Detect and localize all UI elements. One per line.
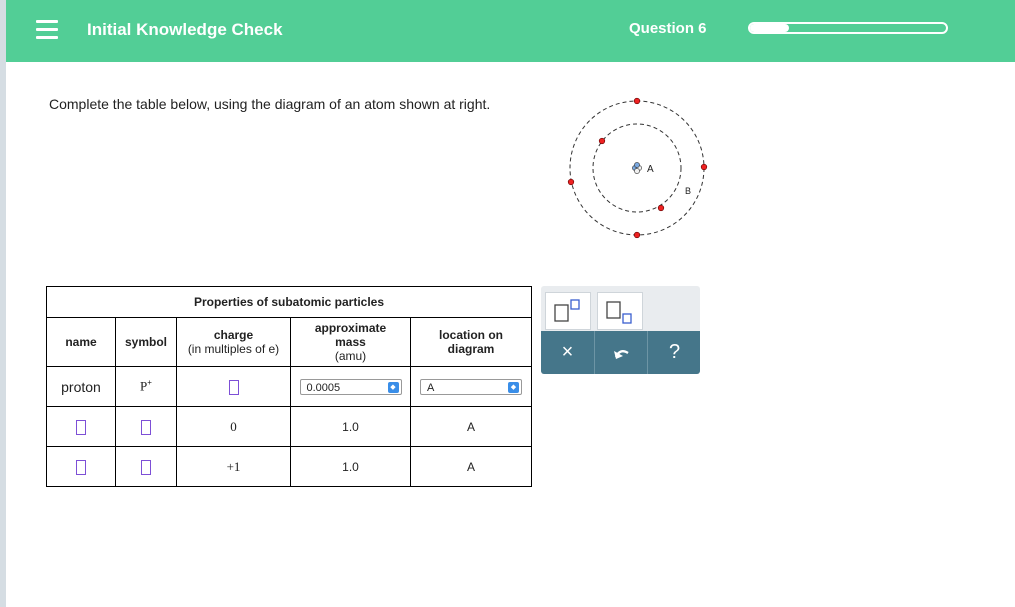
electron-dot (633, 231, 641, 239)
hamburger-menu-icon[interactable] (36, 20, 58, 40)
header-charge: charge (in multiples of e) (176, 317, 291, 367)
row3-symbol-cell (115, 446, 177, 487)
header-location: location on diagram (410, 317, 532, 367)
row2-mass: 1.0 (290, 406, 411, 447)
electron-dot (598, 137, 606, 145)
page-title: Initial Knowledge Check (87, 20, 283, 39)
diagram-label-b: B (685, 186, 691, 196)
row2-location: A (410, 406, 532, 447)
proton-symbol-sup: + (147, 378, 152, 388)
progress-fill (750, 24, 790, 32)
row2-charge: 0 (176, 406, 291, 447)
header-symbol: symbol (115, 317, 177, 367)
answer-tools-panel: × ? (541, 286, 700, 374)
clear-button[interactable]: × (541, 331, 594, 374)
table-row: 0 1.0 A (46, 406, 532, 447)
proton-location-select[interactable]: A ◆ (420, 378, 522, 395)
electron-dot (657, 204, 665, 212)
proton-symbol: p+ (115, 366, 177, 407)
subscript-button[interactable] (597, 292, 643, 330)
electron-dot (633, 97, 641, 105)
superscript-box-icon (554, 299, 580, 322)
tool-actions-bar: × ? (541, 331, 700, 374)
question-label: Question 6 (629, 20, 707, 37)
progress-bar (748, 22, 948, 34)
undo-button[interactable] (594, 331, 648, 374)
row3-location: A (410, 446, 532, 487)
header-charge-title: charge (213, 328, 254, 342)
proton-name: proton (46, 366, 116, 407)
proton-mass-cell: 0.0005 ◆ (290, 366, 411, 407)
table-row: proton p+ 0.0005 ◆ A ◆ (46, 366, 532, 407)
left-edge-bar (0, 0, 6, 607)
undo-icon (613, 349, 629, 359)
proton-mass-select[interactable]: 0.0005 ◆ (299, 378, 402, 395)
row3-name-input[interactable] (76, 459, 86, 475)
header-location-title: location on diagram (439, 328, 503, 356)
row3-charge: +1 (176, 446, 291, 487)
row2-name-cell (46, 406, 116, 447)
help-button[interactable]: ? (647, 331, 701, 374)
table-row: +1 1.0 A (46, 446, 532, 487)
proton-charge-cell (176, 366, 291, 407)
row3-symbol-input[interactable] (141, 459, 151, 475)
header-charge-sub: (in multiples of e) (187, 342, 280, 356)
header-mass-sub: (amu) (334, 349, 367, 363)
proton-location-value: A (427, 381, 435, 394)
header-mass: approximate mass (amu) (290, 317, 411, 367)
electron-dot (700, 163, 708, 171)
select-arrow-icon: ◆ (508, 381, 519, 393)
superscript-button[interactable] (545, 292, 591, 330)
row2-symbol-input[interactable] (141, 419, 151, 435)
instructions-text: Complete the table below, using the diag… (49, 96, 491, 112)
row2-name-input[interactable] (76, 419, 86, 435)
select-arrow-icon: ◆ (387, 381, 399, 393)
proton-charge-input[interactable] (228, 379, 239, 395)
nucleus-icon (632, 162, 642, 174)
row3-mass: 1.0 (290, 446, 411, 487)
row3-name-cell (46, 446, 116, 487)
diagram-label-a: A (647, 164, 654, 175)
table-caption: Properties of subatomic particles (46, 286, 532, 318)
header-name: name (46, 317, 116, 367)
subscript-box-icon (606, 301, 632, 324)
proton-mass-value: 0.0005 (306, 381, 341, 394)
proton-location-cell: A ◆ (410, 366, 532, 407)
electron-dot (567, 178, 575, 186)
subatomic-particles-table: Properties of subatomic particles name s… (46, 286, 532, 487)
row2-symbol-cell (115, 406, 177, 447)
atom-diagram: A B (567, 97, 708, 239)
header-mass-title: approximate mass (314, 321, 387, 349)
header-bar: Initial Knowledge Check Question 6 (6, 0, 1015, 62)
